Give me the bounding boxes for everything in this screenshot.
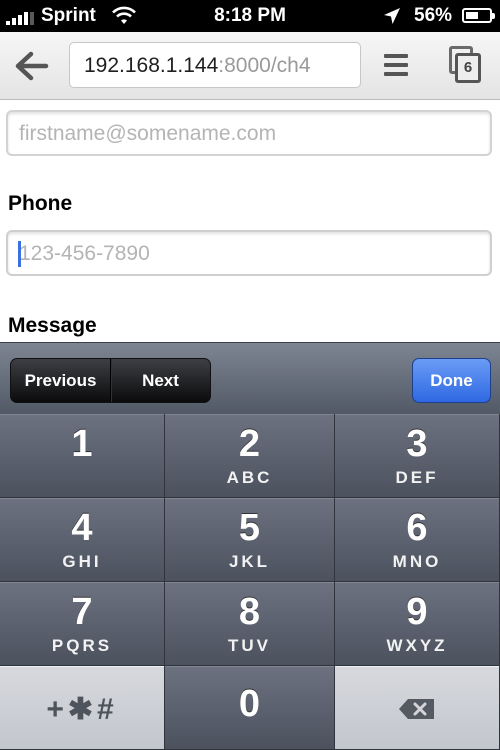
key-8[interactable]: 8 TUV [165, 582, 335, 666]
key-digit: 7 [71, 591, 93, 633]
key-letters: MNO [392, 552, 442, 571]
message-label: Message [8, 314, 97, 337]
key-0[interactable]: 0 [165, 666, 335, 750]
key-6[interactable]: 6 MNO [335, 498, 500, 582]
phone-placeholder: 123-456-7890 [19, 242, 150, 265]
symbols-key[interactable]: +✱# [0, 666, 165, 750]
tab-count: 6 [455, 53, 481, 83]
url-bar[interactable]: 192.168.1.144:8000/ch4 [69, 42, 361, 88]
browser-toolbar: 192.168.1.144:8000/ch4 6 [0, 32, 500, 100]
key-letters: JKL [228, 552, 271, 571]
previous-button[interactable]: Previous [11, 359, 110, 402]
key-letters: PQRS [51, 636, 113, 655]
phone-field[interactable]: 123-456-7890 [6, 230, 492, 276]
status-bar: Sprint 8:18 PM 56% [0, 0, 500, 32]
back-arrow-icon[interactable] [14, 48, 50, 84]
key-9[interactable]: 9 WXYZ [335, 582, 500, 666]
email-field[interactable]: firstname@somename.com [6, 110, 492, 156]
battery-icon [462, 8, 495, 23]
key-letters: ABC [226, 468, 273, 487]
prev-next-control: Previous Next [10, 358, 211, 403]
tabs-icon[interactable]: 6 [447, 46, 483, 84]
form-accessory-bar: Previous Next Done [0, 342, 500, 414]
next-button[interactable]: Next [110, 359, 210, 402]
delete-backspace-icon [399, 699, 434, 719]
key-digit: 2 [238, 423, 261, 465]
key-letters: GHI [62, 552, 102, 571]
key-digit: 3 [406, 423, 428, 465]
url-host: 192.168.1.144 [84, 54, 219, 77]
delete-key[interactable] [335, 666, 500, 750]
key-digit: 6 [406, 507, 428, 549]
key-digit: 8 [238, 591, 261, 633]
key-digit: 9 [406, 591, 428, 633]
key-4[interactable]: 4 GHI [0, 498, 165, 582]
key-letters: WXYZ [386, 636, 448, 655]
symbols-label: +✱# [46, 693, 118, 726]
text-caret [18, 241, 21, 267]
key-digit: 0 [238, 683, 261, 725]
battery-percentage: 56% [414, 5, 453, 26]
menu-icon[interactable] [384, 54, 408, 76]
key-digit: 5 [238, 507, 261, 549]
location-arrow-icon [384, 8, 400, 24]
key-digit: 1 [71, 423, 93, 465]
numeric-keypad: 1 2 ABC 3 DEF 4 GHI 5 JKL 6 MNO 7 PQRS 8… [0, 414, 500, 750]
key-letters: TUV [228, 636, 271, 655]
url-path: :8000/ch4 [218, 54, 311, 77]
key-2[interactable]: 2 ABC [165, 414, 335, 498]
key-1[interactable]: 1 [0, 414, 165, 498]
key-digit: 4 [71, 507, 93, 549]
key-3[interactable]: 3 DEF [335, 414, 500, 498]
key-7[interactable]: 7 PQRS [0, 582, 165, 666]
phone-label: Phone [8, 192, 73, 215]
web-page-content: firstname@somename.com Phone 123-456-789… [0, 100, 500, 342]
done-button[interactable]: Done [412, 358, 491, 403]
key-5[interactable]: 5 JKL [165, 498, 335, 582]
key-letters: DEF [395, 468, 439, 487]
